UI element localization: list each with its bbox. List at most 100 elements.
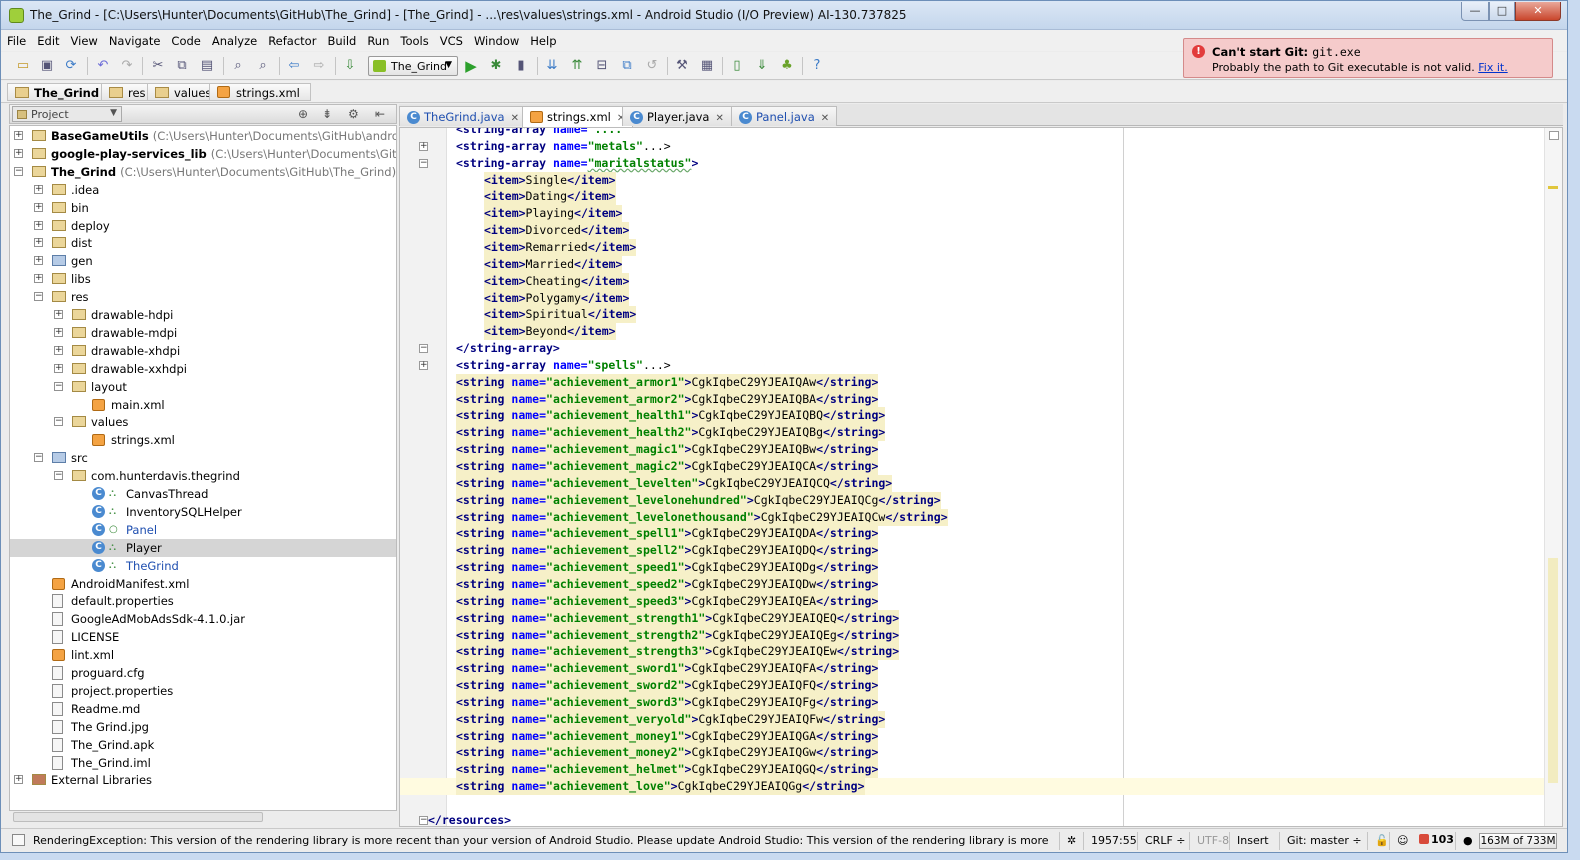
vcs-revert-icon[interactable]: ↺ bbox=[644, 58, 660, 74]
code-line[interactable]: <string name="achievement_love">CgkIqbeC… bbox=[400, 778, 1544, 796]
tree-item[interactable]: − The_Grind (C:\Users\Hunter\Documents\Gi… bbox=[10, 163, 396, 181]
file-encoding[interactable]: UTF-8 bbox=[1189, 832, 1229, 850]
code-line[interactable]: <string name="achievement_strength1">Cgk… bbox=[400, 609, 1544, 627]
expand-icon[interactable]: + bbox=[54, 327, 63, 337]
code-line[interactable]: <string-array name="...." bbox=[400, 128, 1544, 138]
maximize-button[interactable]: □ bbox=[1489, 2, 1515, 21]
menu-file[interactable]: File bbox=[1, 30, 31, 48]
menu-run[interactable]: Run bbox=[361, 30, 394, 48]
tree-item[interactable]: proguard.cfg bbox=[10, 664, 396, 682]
error-stripe[interactable] bbox=[1544, 128, 1562, 826]
paste-icon[interactable]: ▤ bbox=[199, 58, 215, 74]
tab-strings-xml[interactable]: strings.xml✕ bbox=[522, 106, 634, 127]
sdk-manager-icon[interactable]: ⇓ bbox=[754, 58, 770, 74]
tree-item[interactable]: + deploy bbox=[10, 217, 396, 235]
tree-item[interactable]: C ⛬ TheGrind bbox=[10, 557, 396, 575]
open-icon[interactable]: ▭ bbox=[15, 58, 31, 74]
undo-icon[interactable]: ↶ bbox=[95, 58, 111, 74]
code-line[interactable]: <string name="achievement_magic1">CgkIqb… bbox=[400, 441, 1544, 459]
tree-item[interactable]: C ⛬ CanvasThread bbox=[10, 485, 396, 503]
line-separator[interactable]: CRLF ÷ bbox=[1137, 832, 1189, 850]
back-icon[interactable]: ⇦ bbox=[286, 58, 302, 74]
code-line[interactable]: <string name="achievement_levelonehundre… bbox=[400, 491, 1544, 509]
expand-icon[interactable]: + bbox=[54, 310, 63, 319]
tree-item[interactable]: + drawable-hdpi bbox=[10, 306, 396, 324]
memory-indicator[interactable]: 163M of 733M bbox=[1479, 833, 1557, 849]
code-line[interactable]: <item>Remarried</item> bbox=[400, 238, 1544, 256]
expand-icon[interactable]: + bbox=[54, 363, 63, 373]
tree-item[interactable]: default.properties bbox=[10, 592, 396, 610]
code-line[interactable]: <item>Dating</item> bbox=[400, 188, 1544, 206]
menu-vcs[interactable]: VCS bbox=[434, 30, 468, 48]
code-line[interactable]: <item>Divorced</item> bbox=[400, 222, 1544, 240]
tree-item[interactable]: + libs bbox=[10, 270, 396, 288]
run-icon[interactable]: ▶ bbox=[463, 58, 479, 74]
code-line[interactable] bbox=[400, 795, 1544, 812]
tree-item[interactable]: − src bbox=[10, 449, 396, 467]
run-configuration-select[interactable]: The_Grind ▼ bbox=[368, 56, 458, 76]
code-line[interactable]: <item>Single</item> bbox=[400, 171, 1544, 189]
forward-icon[interactable]: ⇨ bbox=[311, 58, 327, 74]
collapse-icon[interactable]: − bbox=[54, 471, 63, 481]
collapse-icon[interactable]: − bbox=[14, 166, 23, 176]
tree-item[interactable]: + drawable-mdpi bbox=[10, 324, 396, 342]
tree-item[interactable]: + dist bbox=[10, 234, 396, 252]
tree-item[interactable]: + gen bbox=[10, 252, 396, 270]
code-line[interactable]: <string name="achievement_magic2">CgkIqb… bbox=[400, 458, 1544, 475]
code-line[interactable]: <string name="achievement_levelten">CgkI… bbox=[400, 474, 1544, 492]
tree-horizontal-scrollbar[interactable] bbox=[13, 812, 263, 822]
tree-item[interactable]: project.properties bbox=[10, 682, 396, 700]
menu-help[interactable]: Help bbox=[524, 30, 561, 48]
code-line[interactable]: <string name="achievement_armor1">CgkIqb… bbox=[400, 373, 1544, 391]
collapse-icon[interactable]: − bbox=[54, 381, 63, 391]
expand-icon[interactable]: + bbox=[14, 148, 23, 158]
inspection-icon[interactable] bbox=[1549, 131, 1559, 140]
tree-item[interactable]: + BaseGameUtils (C:\Users\Hunter\Document… bbox=[10, 127, 396, 145]
error-count[interactable]: 103 bbox=[1419, 833, 1454, 846]
copy-icon[interactable]: ⧉ bbox=[174, 58, 190, 74]
tree-item[interactable]: strings.xml bbox=[10, 431, 396, 449]
attach-debugger-icon[interactable]: ▮ bbox=[513, 58, 529, 74]
fix-it-link[interactable]: Fix it. bbox=[1478, 61, 1507, 74]
code-line[interactable]: <string name="achievement_sword1">CgkIqb… bbox=[400, 660, 1544, 678]
vcs-history-icon[interactable]: ⧉ bbox=[619, 58, 635, 74]
tree-item[interactable]: + drawable-xxhdpi bbox=[10, 360, 396, 378]
menu-navigate[interactable]: Navigate bbox=[103, 30, 166, 48]
redo-icon[interactable]: ↷ bbox=[119, 58, 135, 74]
menu-code[interactable]: Code bbox=[165, 30, 205, 48]
code-line[interactable]: <string name="achievement_strength2">Cgk… bbox=[400, 626, 1544, 644]
code-line[interactable]: <string name="achievement_sword2">CgkIqb… bbox=[400, 677, 1544, 695]
vcs-update-icon[interactable]: ⇊ bbox=[544, 58, 560, 74]
help-icon[interactable]: ? bbox=[809, 58, 825, 74]
code-line[interactable]: <item>Beyond</item> bbox=[400, 323, 1544, 341]
menu-refactor[interactable]: Refactor bbox=[262, 30, 321, 48]
tree-item[interactable]: C ○ Panel bbox=[10, 521, 396, 539]
tree-item[interactable]: main.xml bbox=[10, 396, 396, 414]
expand-icon[interactable]: + bbox=[34, 238, 43, 248]
menu-edit[interactable]: Edit bbox=[31, 30, 64, 48]
make-icon[interactable]: ⇩ bbox=[342, 58, 358, 74]
code-line[interactable]: <string name="achievement_armor2">CgkIqb… bbox=[400, 390, 1544, 408]
lock-icon[interactable]: 🔓 bbox=[1367, 832, 1389, 850]
status-message[interactable]: RenderingException: This version of the … bbox=[33, 834, 1053, 847]
code-line[interactable]: <string name="achievement_veryold">CgkIq… bbox=[400, 710, 1544, 728]
tab-thegrind-java[interactable]: C TheGrind.java ✕ bbox=[399, 106, 527, 126]
code-line[interactable]: <string name="achievement_speed1">CgkIqb… bbox=[400, 559, 1544, 577]
tree-item[interactable]: The_Grind.iml bbox=[10, 754, 396, 772]
cut-icon[interactable]: ✂ bbox=[150, 58, 166, 74]
tab-panel-java[interactable]: C Panel.java ✕ bbox=[731, 106, 838, 126]
expand-icon[interactable]: + bbox=[54, 345, 63, 355]
settings-icon[interactable]: ⚒ bbox=[674, 58, 690, 74]
tree-item[interactable]: Readme.md bbox=[10, 700, 396, 718]
expand-icon[interactable]: + bbox=[34, 202, 43, 212]
menu-view[interactable]: View bbox=[65, 30, 103, 48]
vcs-compare-icon[interactable]: ⊟ bbox=[594, 58, 610, 74]
highlight-mark[interactable] bbox=[1548, 558, 1558, 783]
tree-item[interactable]: + .idea bbox=[10, 181, 396, 199]
collapse-icon[interactable]: − bbox=[34, 453, 43, 463]
tree-item[interactable]: + External Libraries bbox=[10, 771, 396, 789]
code-line[interactable]: </resources> bbox=[400, 812, 1544, 826]
code-line[interactable]: <string-array name="maritalstatus"> bbox=[400, 155, 1544, 172]
code-line[interactable]: <string name="achievement_money2">CgkIqb… bbox=[400, 744, 1544, 762]
close-tab-icon[interactable]: ✕ bbox=[511, 113, 519, 124]
